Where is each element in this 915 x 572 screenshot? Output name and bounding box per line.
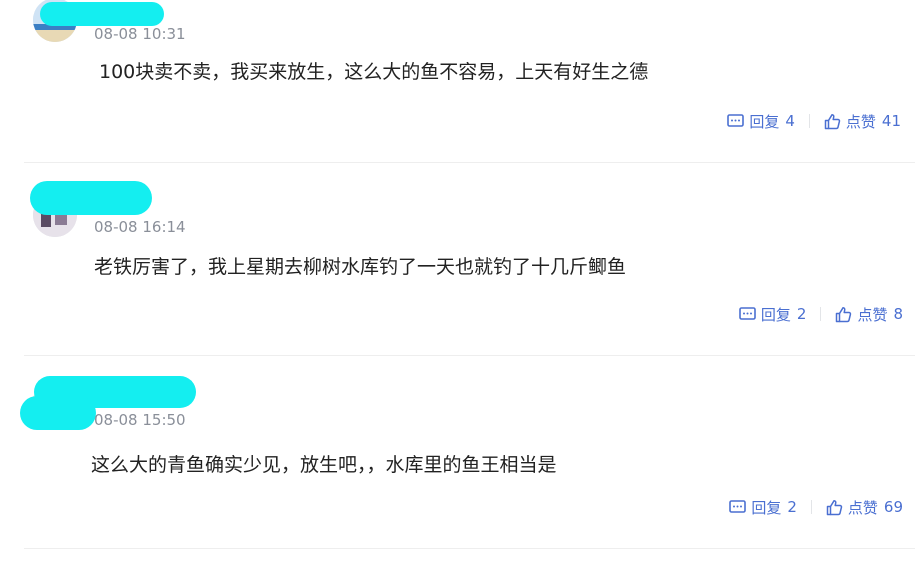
reply-label: 回复 <box>760 305 791 324</box>
action-separator <box>810 500 812 514</box>
like-button[interactable]: 点赞 69 <box>826 497 903 518</box>
like-count: 41 <box>881 112 901 130</box>
thumbs-up-icon <box>826 499 843 515</box>
comment-actions: 回复 2 点赞 8 <box>739 304 903 324</box>
username-redacted <box>20 396 96 430</box>
reply-label: 回复 <box>751 498 782 517</box>
like-label: 点赞 <box>847 498 878 517</box>
comment-actions: 回复 2 点赞 69 <box>729 497 903 517</box>
reply-count: 2 <box>796 305 807 323</box>
comment-time: 08-08 16:14 <box>94 218 186 236</box>
reply-label: 回复 <box>749 112 780 131</box>
thumbs-up-icon <box>824 113 841 129</box>
comment-list: 08-08 10:31 100块卖不卖，我买来放生，这么大的鱼不容易，上天有好生… <box>0 0 915 572</box>
divider <box>24 355 915 356</box>
comment-text: 这么大的青鱼确实少见，放生吧，，水库里的鱼王相当是 <box>91 454 557 476</box>
like-count: 8 <box>893 305 903 323</box>
reply-count: 2 <box>787 498 797 516</box>
like-button[interactable]: 点赞 41 <box>824 111 901 132</box>
comment-box-icon <box>739 306 756 320</box>
comment-time: 08-08 10:31 <box>94 25 186 43</box>
like-button[interactable]: 点赞 8 <box>835 304 903 325</box>
reply-button[interactable]: 回复 2 <box>729 497 797 518</box>
action-separator <box>808 114 810 128</box>
divider <box>24 548 915 549</box>
divider <box>24 162 915 163</box>
username-redacted[interactable] <box>30 181 152 215</box>
username-redacted[interactable] <box>40 2 164 26</box>
thumbs-up-icon <box>836 306 852 322</box>
comment-text: 老铁厉害了，我上星期去柳树水库钓了一天也就钓了十几斤鲫鱼 <box>94 256 627 278</box>
comment-box-icon <box>729 499 747 513</box>
reply-count: 4 <box>785 112 795 130</box>
like-label: 点赞 <box>857 305 888 324</box>
reply-button[interactable]: 回复 2 <box>739 304 807 325</box>
like-count: 69 <box>883 498 903 516</box>
reply-button[interactable]: 回复 4 <box>727 111 795 132</box>
action-separator <box>820 307 822 321</box>
comment-box-icon <box>727 113 745 127</box>
comment-text: 100块卖不卖，我买来放生，这么大的鱼不容易，上天有好生之德 <box>99 61 649 83</box>
comment-time: 08-08 15:50 <box>94 411 186 429</box>
comment-actions: 回复 4 点赞 41 <box>727 111 901 131</box>
like-label: 点赞 <box>845 112 876 131</box>
